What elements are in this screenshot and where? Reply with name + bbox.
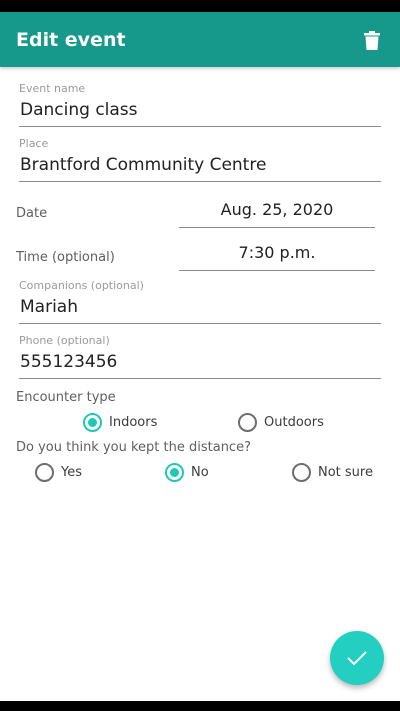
place-label: Place [19, 137, 49, 150]
event-name-label: Event name [19, 82, 86, 95]
radio-no[interactable]: No [165, 461, 209, 483]
event-name-value[interactable]: Dancing class [20, 100, 138, 120]
radio-not-sure-label: Not sure [318, 464, 373, 480]
delete-button[interactable] [357, 25, 387, 55]
radio-indoors-label: Indoors [109, 414, 158, 430]
phone-underline [19, 378, 381, 379]
phone-value[interactable]: 555123456 [20, 352, 117, 372]
radio-yes-circle[interactable] [35, 462, 54, 482]
navigation-bar [0, 701, 400, 711]
time-underline [179, 270, 375, 271]
save-fab-button[interactable] [330, 631, 384, 685]
date-picker[interactable]: Aug. 25, 2020 [179, 200, 375, 228]
radio-yes-label: Yes [61, 464, 82, 480]
radio-no-label: No [191, 464, 209, 480]
time-value[interactable]: 7:30 p.m. [179, 243, 375, 262]
companions-label: Companions (optional) [19, 279, 144, 292]
date-underline [179, 227, 375, 228]
place-value[interactable]: Brantford Community Centre [20, 155, 266, 175]
status-bar [0, 0, 400, 12]
place-underline [19, 181, 381, 182]
companions-underline [19, 323, 381, 324]
date-value[interactable]: Aug. 25, 2020 [179, 200, 375, 219]
radio-yes[interactable]: Yes [35, 461, 82, 483]
phone-label: Phone (optional) [19, 334, 110, 347]
event-name-underline [19, 126, 381, 127]
radio-outdoors-circle[interactable] [238, 412, 257, 432]
app-bar: Edit event [0, 12, 400, 67]
time-picker[interactable]: 7:30 p.m. [179, 243, 375, 271]
encounter-type-label: Encounter type [16, 390, 116, 405]
page-title: Edit event [16, 29, 126, 51]
distance-question-label: Do you think you kept the distance? [16, 440, 251, 455]
radio-not-sure-circle[interactable] [292, 462, 311, 482]
radio-indoors[interactable]: Indoors [83, 411, 157, 433]
trash-icon [364, 30, 380, 50]
radio-indoors-circle[interactable] [83, 412, 102, 432]
radio-outdoors[interactable]: Outdoors [238, 411, 324, 433]
time-label: Time (optional) [16, 250, 115, 265]
companions-value[interactable]: Mariah [20, 297, 78, 317]
check-icon [347, 651, 367, 666]
radio-not-sure[interactable]: Not sure [292, 461, 373, 483]
date-label: Date [16, 206, 48, 221]
radio-outdoors-label: Outdoors [264, 414, 324, 430]
radio-no-circle[interactable] [165, 462, 184, 482]
